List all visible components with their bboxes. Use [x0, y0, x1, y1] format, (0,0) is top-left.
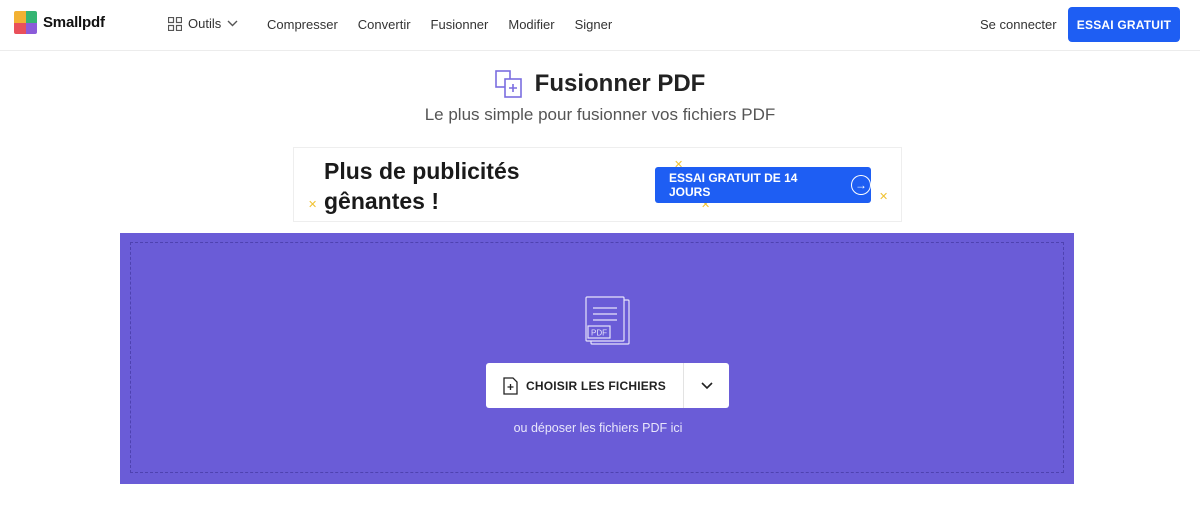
page-title: Fusionner PDF — [534, 70, 706, 97]
choose-files-control: CHOISIR LES FICHIERS — [486, 363, 729, 408]
drop-hint-text: ou déposer les fichiers PDF ici — [513, 421, 683, 435]
nav-signer[interactable]: Signer — [575, 17, 613, 32]
pdf-files-icon: PDF — [585, 296, 630, 345]
login-link[interactable]: Se connecter — [980, 17, 1057, 32]
free-trial-button[interactable]: ESSAI GRATUIT — [1068, 7, 1180, 42]
choose-files-label: CHOISIR LES FICHIERS — [525, 378, 666, 393]
sparkle-icon: ✕ — [308, 199, 318, 211]
ad-trial-button[interactable]: ESSAI GRATUIT DE 14 JOURS → — [655, 167, 871, 203]
sparkle-icon: ✕ — [879, 191, 889, 203]
nav-modifier[interactable]: Modifier — [508, 17, 554, 32]
page-title-row: Fusionner PDF — [0, 70, 1200, 98]
logo[interactable]: Smallpdf — [14, 11, 105, 34]
arrow-right-icon: → — [851, 175, 871, 195]
top-header: Smallpdf Outils Compresser Convertir Fus… — [0, 0, 1200, 51]
add-file-icon — [503, 376, 518, 395]
dropzone-border: PDF CHOISIR LES FICHIERS ou déposer les … — [130, 242, 1064, 473]
grid-icon — [168, 16, 182, 31]
choose-source-dropdown[interactable] — [684, 363, 729, 408]
nav-fusionner[interactable]: Fusionner — [431, 17, 489, 32]
ad-headline: Plus de publicités gênantes ! — [324, 158, 520, 214]
choose-files-button[interactable]: CHOISIR LES FICHIERS — [486, 363, 684, 408]
logo-text: Smallpdf — [43, 14, 105, 31]
nav-compresser[interactable]: Compresser — [267, 17, 338, 32]
merge-pdf-icon — [494, 70, 522, 98]
ad-banner: Plus de publicités gênantes ! ✕ ✕ ✕ ✕ ES… — [293, 147, 902, 222]
main-nav: Compresser Convertir Fusionner Modifier … — [267, 17, 612, 32]
file-dropzone[interactable]: PDF CHOISIR LES FICHIERS ou déposer les … — [120, 233, 1074, 484]
tools-menu-button[interactable]: Outils — [168, 16, 238, 31]
chevron-down-icon — [227, 20, 238, 27]
ad-trial-label: ESSAI GRATUIT DE 14 JOURS — [669, 171, 798, 199]
chevron-down-icon — [700, 381, 713, 389]
pdf-icon-label: PDF — [591, 329, 607, 338]
tools-label: Outils — [188, 16, 222, 31]
smallpdf-logo-icon — [14, 11, 37, 34]
nav-convertir[interactable]: Convertir — [358, 17, 411, 32]
page-subtitle: Le plus simple pour fusionner vos fichie… — [424, 105, 776, 124]
